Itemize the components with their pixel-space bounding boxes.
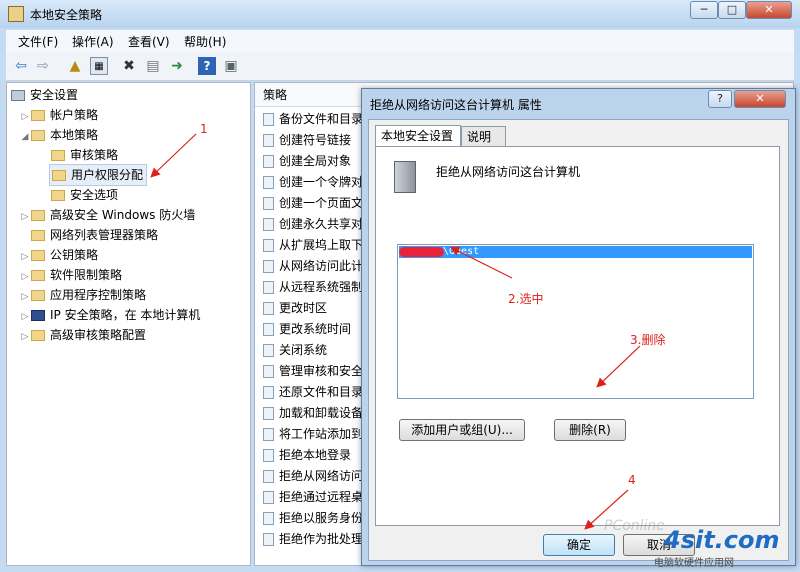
logo-text: 4sit.com xyxy=(664,526,780,554)
logo-subtitle: 电脑软硬件应用网 xyxy=(654,558,734,569)
arrow-3 xyxy=(596,345,641,388)
annotation-3: 3.删除 xyxy=(630,333,666,347)
annotation-4: 4 xyxy=(628,473,636,487)
annotation-2: 2.选中 xyxy=(508,292,544,306)
arrow-2 xyxy=(449,246,513,279)
dialog-annotation-arrows xyxy=(449,246,641,530)
site-logo: 4sit.com 电脑软硬件应用网 xyxy=(640,526,796,569)
arrow-4 xyxy=(584,489,629,530)
